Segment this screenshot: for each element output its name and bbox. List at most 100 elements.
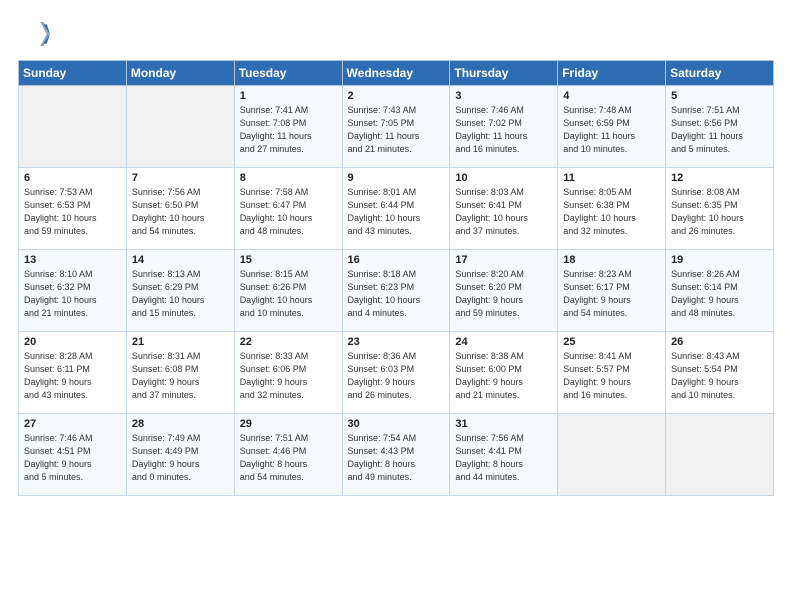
- day-number: 4: [563, 90, 660, 102]
- day-info: Sunrise: 8:33 AM Sunset: 6:06 PM Dayligh…: [240, 350, 337, 402]
- day-info: Sunrise: 7:58 AM Sunset: 6:47 PM Dayligh…: [240, 186, 337, 238]
- day-number: 26: [671, 336, 768, 348]
- week-row-2: 6 Sunrise: 7:53 AM Sunset: 6:53 PM Daylig…: [19, 168, 774, 250]
- calendar-cell: 23Sunrise: 8:36 AM Sunset: 6:03 PM Dayli…: [342, 332, 450, 414]
- day-header-thursday: Thursday: [450, 61, 558, 86]
- page: SundayMondayTuesdayWednesdayThursdayFrid…: [0, 0, 792, 506]
- calendar-table: SundayMondayTuesdayWednesdayThursdayFrid…: [18, 60, 774, 496]
- day-number: 15: [240, 254, 337, 266]
- day-header-wednesday: Wednesday: [342, 61, 450, 86]
- day-number: 14: [132, 254, 229, 266]
- week-row-5: 27 Sunrise: 7:46 AM Sunset: 4:51 PM Dayli…: [19, 414, 774, 496]
- day-info: Sunrise: 7:56 AM Sunset: 6:50 PM Dayligh…: [132, 186, 229, 238]
- calendar-cell: 6 Sunrise: 7:53 AM Sunset: 6:53 PM Daylig…: [19, 168, 127, 250]
- calendar-cell: 14 Sunrise: 8:13 AM Sunset: 6:29 PM Dayli…: [126, 250, 234, 332]
- calendar-cell: 17 Sunrise: 8:20 AM Sunset: 6:20 PM Dayli…: [450, 250, 558, 332]
- day-number: 6: [24, 172, 121, 184]
- calendar-cell: 18 Sunrise: 8:23 AM Sunset: 6:17 PM Dayli…: [558, 250, 666, 332]
- day-info: Sunrise: 8:38 AM Sunset: 6:00 PM Dayligh…: [455, 350, 552, 402]
- calendar-cell: 20 Sunrise: 8:28 AM Sunset: 6:11 PM Dayli…: [19, 332, 127, 414]
- day-header-saturday: Saturday: [666, 61, 774, 86]
- day-info: Sunrise: 8:10 AM Sunset: 6:32 PM Dayligh…: [24, 268, 121, 320]
- day-number: 11: [563, 172, 660, 184]
- header-row: SundayMondayTuesdayWednesdayThursdayFrid…: [19, 61, 774, 86]
- calendar-cell: 29 Sunrise: 7:51 AM Sunset: 4:46 PM Dayli…: [234, 414, 342, 496]
- day-number: 2: [348, 90, 445, 102]
- week-row-3: 13 Sunrise: 8:10 AM Sunset: 6:32 PM Dayli…: [19, 250, 774, 332]
- day-info: Sunrise: 7:43 AM Sunset: 7:05 PM Dayligh…: [348, 104, 445, 156]
- calendar-cell: 24 Sunrise: 8:38 AM Sunset: 6:00 PM Dayli…: [450, 332, 558, 414]
- day-header-monday: Monday: [126, 61, 234, 86]
- day-info: Sunrise: 8:28 AM Sunset: 6:11 PM Dayligh…: [24, 350, 121, 402]
- day-info: Sunrise: 8:31 AM Sunset: 6:08 PM Dayligh…: [132, 350, 229, 402]
- calendar-cell: 22 Sunrise: 8:33 AM Sunset: 6:06 PM Dayli…: [234, 332, 342, 414]
- day-number: 22: [240, 336, 337, 348]
- day-number: 20: [24, 336, 121, 348]
- day-info: Sunrise: 7:46 AM Sunset: 4:51 PM Dayligh…: [24, 432, 121, 484]
- day-info: Sunrise: 8:26 AM Sunset: 6:14 PM Dayligh…: [671, 268, 768, 320]
- day-info: Sunrise: 8:20 AM Sunset: 6:20 PM Dayligh…: [455, 268, 552, 320]
- day-info: Sunrise: 8:15 AM Sunset: 6:26 PM Dayligh…: [240, 268, 337, 320]
- calendar-cell: 25 Sunrise: 8:41 AM Sunset: 5:57 PM Dayli…: [558, 332, 666, 414]
- calendar-cell: 28Sunrise: 7:49 AM Sunset: 4:49 PM Dayli…: [126, 414, 234, 496]
- day-info: Sunrise: 8:03 AM Sunset: 6:41 PM Dayligh…: [455, 186, 552, 238]
- day-number: 19: [671, 254, 768, 266]
- day-info: Sunrise: 8:08 AM Sunset: 6:35 PM Dayligh…: [671, 186, 768, 238]
- calendar-cell: 4 Sunrise: 7:48 AM Sunset: 6:59 PM Daylig…: [558, 86, 666, 168]
- day-info: Sunrise: 7:48 AM Sunset: 6:59 PM Dayligh…: [563, 104, 660, 156]
- day-info: Sunrise: 7:54 AM Sunset: 4:43 PM Dayligh…: [348, 432, 445, 484]
- day-number: 13: [24, 254, 121, 266]
- day-number: 30: [348, 418, 445, 430]
- day-number: 25: [563, 336, 660, 348]
- day-number: 28: [132, 418, 229, 430]
- calendar-cell: 16 Sunrise: 8:18 AM Sunset: 6:23 PM Dayli…: [342, 250, 450, 332]
- calendar-cell: 7 Sunrise: 7:56 AM Sunset: 6:50 PM Daylig…: [126, 168, 234, 250]
- calendar-cell: 15 Sunrise: 8:15 AM Sunset: 6:26 PM Dayli…: [234, 250, 342, 332]
- week-row-4: 20 Sunrise: 8:28 AM Sunset: 6:11 PM Dayli…: [19, 332, 774, 414]
- calendar-cell: [126, 86, 234, 168]
- day-number: 1: [240, 90, 337, 102]
- logo: [18, 18, 54, 50]
- calendar-cell: 8Sunrise: 7:58 AM Sunset: 6:47 PM Daylig…: [234, 168, 342, 250]
- day-info: Sunrise: 8:01 AM Sunset: 6:44 PM Dayligh…: [348, 186, 445, 238]
- day-info: Sunrise: 8:23 AM Sunset: 6:17 PM Dayligh…: [563, 268, 660, 320]
- day-number: 7: [132, 172, 229, 184]
- day-number: 31: [455, 418, 552, 430]
- day-number: 5: [671, 90, 768, 102]
- calendar-cell: 11Sunrise: 8:05 AM Sunset: 6:38 PM Dayli…: [558, 168, 666, 250]
- day-info: Sunrise: 8:18 AM Sunset: 6:23 PM Dayligh…: [348, 268, 445, 320]
- calendar-cell: 1 Sunrise: 7:41 AM Sunset: 7:08 PM Daylig…: [234, 86, 342, 168]
- calendar-cell: 21 Sunrise: 8:31 AM Sunset: 6:08 PM Dayli…: [126, 332, 234, 414]
- day-number: 12: [671, 172, 768, 184]
- day-number: 27: [24, 418, 121, 430]
- day-info: Sunrise: 8:43 AM Sunset: 5:54 PM Dayligh…: [671, 350, 768, 402]
- calendar-cell: [666, 414, 774, 496]
- day-header-friday: Friday: [558, 61, 666, 86]
- week-row-1: 1 Sunrise: 7:41 AM Sunset: 7:08 PM Daylig…: [19, 86, 774, 168]
- header: [18, 18, 774, 50]
- calendar-cell: 9 Sunrise: 8:01 AM Sunset: 6:44 PM Daylig…: [342, 168, 450, 250]
- day-number: 18: [563, 254, 660, 266]
- calendar-cell: 31 Sunrise: 7:56 AM Sunset: 4:41 PM Dayli…: [450, 414, 558, 496]
- day-number: 21: [132, 336, 229, 348]
- calendar-cell: 27 Sunrise: 7:46 AM Sunset: 4:51 PM Dayli…: [19, 414, 127, 496]
- day-number: 9: [348, 172, 445, 184]
- day-info: Sunrise: 7:46 AM Sunset: 7:02 PM Dayligh…: [455, 104, 552, 156]
- day-info: Sunrise: 7:51 AM Sunset: 4:46 PM Dayligh…: [240, 432, 337, 484]
- day-info: Sunrise: 7:41 AM Sunset: 7:08 PM Dayligh…: [240, 104, 337, 156]
- day-number: 16: [348, 254, 445, 266]
- calendar-cell: 26 Sunrise: 8:43 AM Sunset: 5:54 PM Dayli…: [666, 332, 774, 414]
- day-number: 24: [455, 336, 552, 348]
- day-info: Sunrise: 7:53 AM Sunset: 6:53 PM Dayligh…: [24, 186, 121, 238]
- day-number: 10: [455, 172, 552, 184]
- calendar-cell: 12 Sunrise: 8:08 AM Sunset: 6:35 PM Dayli…: [666, 168, 774, 250]
- calendar-cell: 13 Sunrise: 8:10 AM Sunset: 6:32 PM Dayli…: [19, 250, 127, 332]
- day-info: Sunrise: 7:56 AM Sunset: 4:41 PM Dayligh…: [455, 432, 552, 484]
- day-info: Sunrise: 8:41 AM Sunset: 5:57 PM Dayligh…: [563, 350, 660, 402]
- day-number: 17: [455, 254, 552, 266]
- day-header-tuesday: Tuesday: [234, 61, 342, 86]
- calendar-cell: 3Sunrise: 7:46 AM Sunset: 7:02 PM Daylig…: [450, 86, 558, 168]
- day-number: 29: [240, 418, 337, 430]
- day-info: Sunrise: 8:13 AM Sunset: 6:29 PM Dayligh…: [132, 268, 229, 320]
- day-header-sunday: Sunday: [19, 61, 127, 86]
